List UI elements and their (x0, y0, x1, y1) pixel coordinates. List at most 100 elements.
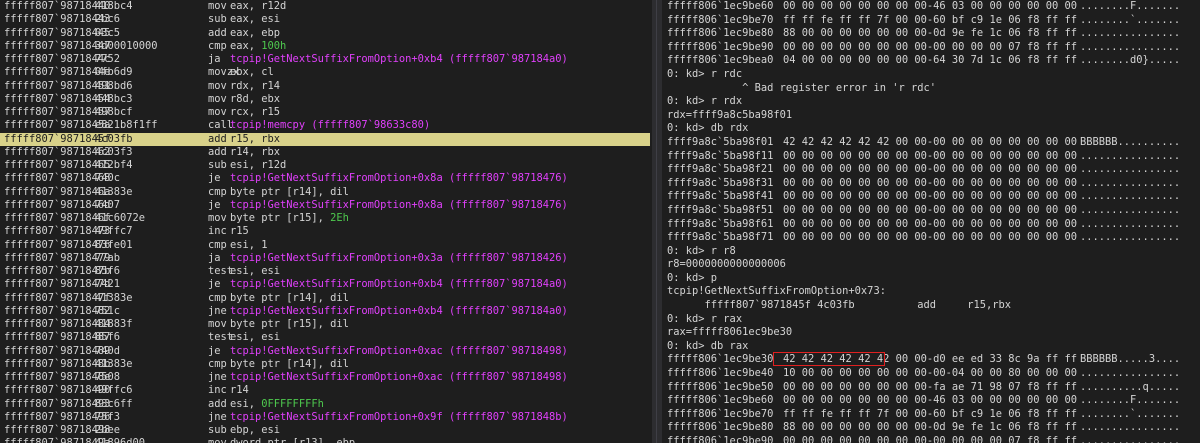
instruction-mnemonic: add (208, 145, 227, 158)
disassembly-window[interactable]: fffff807`98718440 418bc4 mov eax, r12d fffff… (0, 0, 650, 443)
instruction-operands: r15, rbx (230, 132, 281, 145)
instruction-mnemonic: jne (208, 371, 227, 383)
dump-ascii: BBBBBB.....3.... (1080, 353, 1181, 366)
pane-splitter[interactable] (652, 0, 662, 443)
disasm-row[interactable]: fffff807`98718476 83fe01 cmp esi, 1 (0, 239, 650, 252)
dump-address: fffff806`1ec9be90 (667, 435, 774, 443)
current-instruction-row[interactable]: fffff807`9871845f 4c03fb add r15, rbx (0, 132, 650, 146)
instruction-mnemonic: mov (208, 437, 227, 443)
dump-ascii: ................ (1080, 163, 1181, 176)
memory-dump-row: fffff806`1ec9be70 ff ff fe ff ff 7f 00 00… (665, 408, 1200, 422)
instruction-bytes: 83fe01 (95, 238, 133, 251)
dump-address: fffff806`1ec9be30 (667, 353, 774, 366)
instruction-mnemonic: je (208, 278, 221, 291)
disasm-row[interactable]: fffff807`9871845a e821b8f1ff call tcpip!mem… (0, 119, 650, 132)
dump-address: fffff806`1ec9be70 (667, 13, 774, 26)
disasm-row[interactable]: fffff807`98718479 77ab ja tcpip!GetNextSuff… (0, 252, 650, 265)
dump-hex-bytes: 00 00 00 00 00 00 00 00-00 00 00 00 00 0… (783, 176, 1078, 189)
memory-dump-row: fffff806`1ec9be60 00 00 00 00 00 00 00 00… (665, 394, 1200, 408)
instruction-operands: rdx, r14 (230, 79, 281, 92)
instruction-operands: tcpip!GetNextSuffixFromOption+0x3a (ffff… (230, 251, 568, 264)
instruction-operands: ebp, esi (230, 424, 281, 436)
disasm-row[interactable]: fffff807`98718493 83c6ff add esi, 0FFFFFFFF… (0, 398, 650, 411)
disasm-row[interactable]: fffff807`98718440 418bc4 mov eax, r12d (0, 0, 650, 13)
instruction-bytes: 85f6 (95, 331, 121, 344)
disasm-row[interactable]: fffff807`9871846f 41c6072e mov byte ptr [r1… (0, 212, 650, 225)
dump-ascii: ........`....... (1080, 13, 1181, 26)
disasm-row[interactable]: fffff807`9871846a 41383e cmp byte ptr [r14]… (0, 186, 650, 199)
instruction-bytes: 740c (95, 172, 121, 185)
instruction-operands: dword ptr [r13], ebp (230, 437, 355, 443)
disasm-row[interactable]: fffff807`9871847b 85f6 test esi, esi (0, 265, 650, 278)
disasm-row[interactable]: fffff807`9871848e 7508 jne tcpip!GetNextSuf… (0, 371, 650, 384)
dump-ascii: ........`....... (1080, 407, 1181, 420)
instruction-mnemonic: add (208, 132, 227, 145)
dump-ascii: BBBBBB.......... (1080, 135, 1181, 148)
disasm-row[interactable]: fffff807`98718445 03c5 add eax, ebp (0, 27, 650, 40)
instruction-operands: byte ptr [r15], 2Eh (230, 212, 349, 224)
dump-hex-bytes: 00 00 00 00 00 00 00 00-46 03 00 00 00 0… (783, 394, 1078, 407)
output-text: 0: kd> r rdx (667, 95, 743, 108)
disasm-row[interactable]: fffff807`98718457 498bcf mov rcx, r15 (0, 106, 650, 119)
instruction-bytes: 751c (95, 304, 121, 317)
dump-hex-bytes: 00 00 00 00 00 00 00 00-00 00 00 00 00 0… (783, 217, 1078, 230)
disasm-row[interactable]: fffff807`98718451 498bd6 mov rdx, r14 (0, 80, 650, 93)
instruction-operands: byte ptr [r14], dil (230, 291, 349, 304)
instruction-operands: eax, ebp (230, 26, 281, 39)
disasm-row[interactable]: fffff807`98718462 4c03f3 add r14, rbx (0, 146, 650, 159)
output-text: rdx=ffff9a8c5ba98f01 (667, 108, 793, 121)
instruction-operands: byte ptr [r14], dil (230, 357, 349, 370)
dump-hex-bytes: 88 00 00 00 00 00 00 00-0d 9e fe 1c 06 f… (783, 421, 1078, 434)
disasm-row[interactable]: fffff807`9871844c 7752 ja tcpip!GetNextSuff… (0, 53, 650, 66)
disasm-row[interactable]: fffff807`98718490 49ffc6 inc r14 (0, 384, 650, 397)
memory-dump-row: ffff9a8c`5ba98f01 42 42 42 42 42 42 00 00… (665, 136, 1200, 150)
disasm-row[interactable]: fffff807`9871846d 7407 je tcpip!GetNextSuff… (0, 199, 650, 212)
dump-hex-bytes: ff ff fe ff ff 7f 00 00-60 bf c9 1e 06 f… (783, 13, 1078, 26)
disasm-row[interactable]: fffff807`98718487 85f6 test esi, esi (0, 331, 650, 344)
instruction-mnemonic: mov (208, 79, 227, 92)
instruction-bytes: 412bf4 (95, 159, 133, 171)
instruction-mnemonic: sub (208, 13, 227, 26)
disasm-row[interactable]: fffff807`98718465 412bf4 sub esi, r12d (0, 159, 650, 172)
disasm-row[interactable]: fffff807`9871847d 7421 je tcpip!GetNextSuff… (0, 278, 650, 291)
instruction-bytes: 85f6 (95, 265, 121, 277)
memory-dump-row: ffff9a8c`5ba98f51 00 00 00 00 00 00 00 00… (665, 204, 1200, 218)
memory-dump-row: fffff806`1ec9be40 10 00 00 00 00 00 00 00… (665, 367, 1200, 381)
disasm-row[interactable]: fffff807`98718454 448bc3 mov r8d, ebx (0, 93, 650, 106)
instruction-bytes: 41383e (95, 185, 133, 198)
dump-ascii: ........F....... (1080, 0, 1181, 12)
command-output-line: 0: kd> r rax (665, 313, 1200, 327)
instruction-mnemonic: cmp (208, 185, 227, 198)
instruction-bytes: 740d (95, 344, 121, 357)
dump-ascii: ................ (1080, 176, 1181, 189)
disasm-row[interactable]: fffff807`98718447 3d00010000 cmp eax, 100h (0, 40, 650, 53)
memory-dump-row: fffff806`1ec9be80 88 00 00 00 00 00 00 00… (665, 421, 1200, 435)
disasm-row[interactable]: fffff807`98718468 740c je tcpip!GetNextSuff… (0, 172, 650, 185)
disasm-row[interactable]: fffff807`9871848b 41383e cmp byte ptr [r14]… (0, 358, 650, 371)
instruction-bytes: 41383e (95, 291, 133, 304)
disasm-row[interactable]: fffff807`98718473 49ffc7 inc r15 (0, 225, 650, 238)
instruction-operands: tcpip!GetNextSuffixFromOption+0x8a (ffff… (230, 198, 568, 211)
disasm-row[interactable]: fffff807`9871844e 0fb6d9 movzx ebx, cl (0, 66, 650, 79)
instruction-operands: tcpip!GetNextSuffixFromOption+0xac (ffff… (230, 371, 568, 383)
instruction-operands: eax, esi (230, 13, 281, 26)
disasm-row[interactable]: fffff807`98718482 751c jne tcpip!GetNextSuf… (0, 305, 650, 318)
disasm-row[interactable]: fffff807`98718489 740d je tcpip!GetNextSuff… (0, 345, 650, 358)
splitter-grip (656, 0, 657, 443)
disasm-row[interactable]: fffff807`98718484 41883f mov byte ptr [r15]… (0, 318, 650, 331)
instruction-operands: esi, r12d (230, 159, 287, 171)
dump-hex-bytes: 00 00 00 00 00 00 00 00-fa ae 71 98 07 f… (783, 380, 1078, 393)
disasm-row[interactable]: fffff807`98718498 2bee sub ebp, esi (0, 424, 650, 437)
disasm-row[interactable]: fffff807`9871849a41896d00movdword ptr [r… (0, 437, 650, 443)
instruction-operands: tcpip!GetNextSuffixFromOption+0x9f (ffff… (230, 410, 568, 423)
instruction-bytes: 41896d00 (95, 437, 145, 443)
dump-address: fffff806`1ec9be80 (667, 421, 774, 434)
instruction-bytes: 418bc4 (95, 0, 133, 12)
dump-address: ffff9a8c`5ba98f01 (667, 135, 774, 148)
disasm-row[interactable]: fffff807`98718496 75f3 jne tcpip!GetNextSuf… (0, 411, 650, 424)
output-text: tcpip!GetNextSuffixFromOption+0x73: (667, 285, 886, 298)
disasm-row[interactable]: fffff807`9871847f 41383e cmp byte ptr [r14]… (0, 292, 650, 305)
disasm-row[interactable]: fffff807`98718443 2bc6 sub eax, esi (0, 13, 650, 26)
highlight-box (773, 352, 885, 367)
command-window[interactable]: fffff806`1ec9be60 00 00 00 00 00 00 00 00… (665, 0, 1200, 443)
